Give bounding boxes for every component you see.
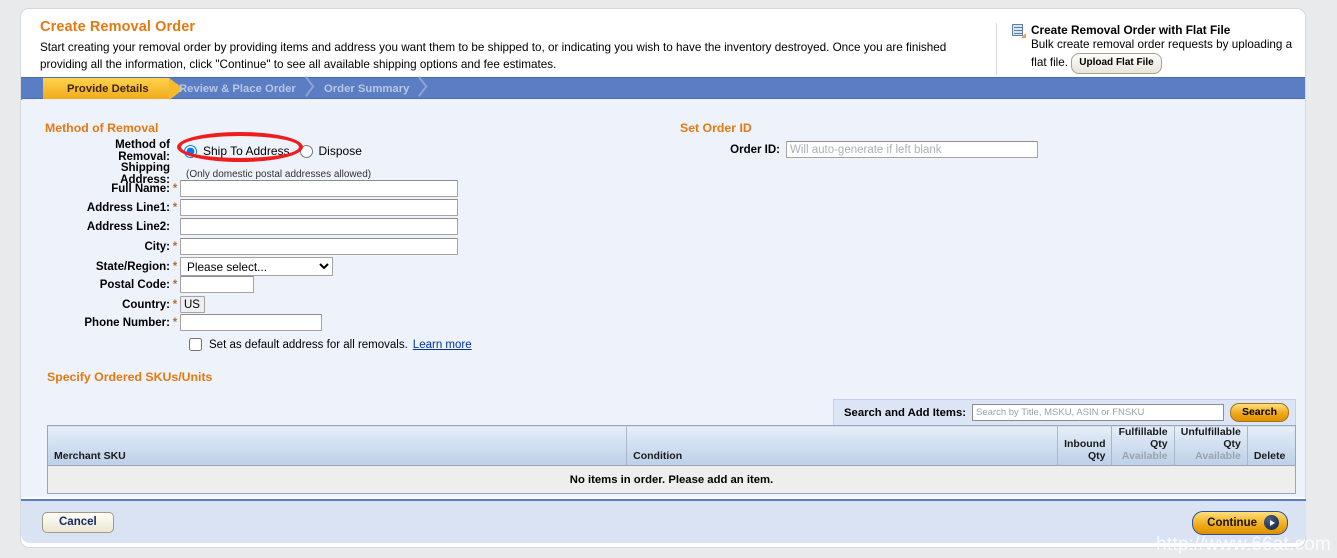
method-of-removal-section-title: Method of Removal <box>45 121 159 135</box>
state-region-label: State/Region: <box>95 260 170 273</box>
search-and-add-items-label: Search and Add Items: <box>844 406 966 419</box>
continue-button-label: Continue <box>1207 516 1257 529</box>
order-id-label: Order ID: <box>730 143 780 156</box>
arrow-right-icon <box>1264 515 1279 530</box>
search-input[interactable] <box>972 404 1224 421</box>
column-unfulfillable-qty-sub: Available <box>1195 450 1241 462</box>
column-merchant-sku[interactable]: Merchant SKU <box>47 425 628 466</box>
column-unfulfillable-qty[interactable]: Unfulfillable Qty Available <box>1174 425 1248 466</box>
country-input <box>180 296 205 313</box>
tab-provide-details[interactable]: Provide Details <box>21 78 184 100</box>
specify-skus-section-title: Specify Ordered SKUs/Units <box>47 370 213 384</box>
set-order-id-section-title: Set Order ID <box>680 121 752 135</box>
order-id-input[interactable] <box>786 141 1038 158</box>
footer-bar: Cancel Continue <box>21 501 1306 543</box>
column-fulfillable-qty-sub: Available <box>1121 450 1168 462</box>
page-header: Create Removal Order Start creating your… <box>21 9 1305 77</box>
column-inbound-qty[interactable]: Inbound Qty <box>1057 425 1113 466</box>
tab-review-place-order-label: Review & Place Order <box>179 83 296 95</box>
radio-dispose[interactable]: Dispose <box>299 144 362 158</box>
learn-more-link[interactable]: Learn more <box>413 339 472 351</box>
items-table: Merchant SKU Condition Inbound Qty Fulfi… <box>47 425 1296 494</box>
full-name-required-marker: * <box>172 182 178 195</box>
flat-file-title: Create Removal Order with Flat File <box>1031 23 1231 37</box>
page-description: Start creating your removal order by pro… <box>40 41 947 71</box>
phone-number-label: Phone Number: <box>84 316 170 329</box>
address-line2-input[interactable] <box>180 218 458 235</box>
country-required-marker: * <box>172 298 178 311</box>
shipping-address-note: (Only domestic postal addresses allowed) <box>186 168 372 180</box>
phone-number-input[interactable] <box>180 314 322 331</box>
state-region-required-marker: * <box>172 260 178 273</box>
continue-button[interactable]: Continue <box>1192 511 1288 535</box>
order-id-row: Order ID: <box>728 141 1038 158</box>
search-and-add-items-bar: Search and Add Items: Search <box>833 399 1296 426</box>
state-region-row: State/Region: * Please select... <box>70 257 333 276</box>
phone-number-required-marker: * <box>172 316 178 329</box>
phone-number-row: Phone Number: * <box>70 314 322 331</box>
state-region-select[interactable]: Please select... <box>180 257 333 276</box>
spreadsheet-upload-icon <box>1012 24 1026 38</box>
items-table-empty-message: No items in order. Please add an item. <box>47 465 1296 494</box>
column-fulfillable-qty[interactable]: Fulfillable Qty Available <box>1111 425 1175 466</box>
radio-dispose-label: Dispose <box>318 144 362 158</box>
postal-code-required-marker: * <box>172 278 178 291</box>
address-line2-label: Address Line2: <box>86 220 170 233</box>
page-root: Create Removal Order Start creating your… <box>0 0 1337 558</box>
column-unfulfillable-qty-label: Unfulfillable Qty <box>1180 426 1241 450</box>
cancel-button[interactable]: Cancel <box>42 512 114 533</box>
address-line1-input[interactable] <box>180 199 458 216</box>
flat-file-description: Bulk create removal order requests by up… <box>1012 37 1302 74</box>
radio-dispose-input[interactable] <box>299 144 313 158</box>
tab-order-summary[interactable]: Order Summary <box>306 78 423 100</box>
method-of-removal-label: Method of Removal: <box>115 139 170 163</box>
radio-ship-to-address[interactable]: Ship To Address <box>184 144 290 158</box>
country-label: Country: <box>122 298 170 311</box>
items-table-header-row: Merchant SKU Condition Inbound Qty Fulfi… <box>47 425 1296 466</box>
full-name-label: Full Name: <box>111 182 170 195</box>
full-name-row: Full Name: * <box>70 180 458 197</box>
city-row: City: * <box>70 238 458 255</box>
city-input[interactable] <box>180 238 458 255</box>
default-address-checkbox[interactable] <box>189 338 202 351</box>
method-of-removal-row: Method of Removal: Ship To Address Dispo… <box>70 139 362 163</box>
wizard-tabbar: Provide Details Review & Place Order Ord… <box>21 77 1305 100</box>
postal-code-input[interactable] <box>180 276 254 293</box>
radio-ship-to-address-label: Ship To Address <box>203 144 290 158</box>
postal-code-row: Postal Code: * <box>70 276 254 293</box>
address-line1-label: Address Line1: <box>86 201 170 214</box>
default-address-label: Set as default address for all removals. <box>209 338 408 351</box>
city-label: City: <box>144 240 170 253</box>
address-line2-row: Address Line2: <box>70 218 458 235</box>
tab-order-summary-label: Order Summary <box>324 83 410 95</box>
column-fulfillable-qty-label: Fulfillable Qty <box>1118 426 1168 450</box>
flat-file-panel: Create Removal Order with Flat File Bulk… <box>996 23 1305 75</box>
full-name-input[interactable] <box>180 180 458 197</box>
city-required-marker: * <box>172 240 178 253</box>
column-condition[interactable]: Condition <box>626 425 1058 466</box>
upload-flat-file-button[interactable]: Upload Flat File <box>1071 53 1162 74</box>
column-delete[interactable]: Delete <box>1247 425 1296 466</box>
postal-code-label: Postal Code: <box>99 278 170 291</box>
address-line1-row: Address Line1: * <box>70 199 458 216</box>
address-line1-required-marker: * <box>172 201 178 214</box>
tab-provide-details-label: Provide Details <box>67 83 149 95</box>
country-row: Country: * <box>70 296 205 313</box>
default-address-row: Set as default address for all removals.… <box>189 338 472 351</box>
items-table-empty-row: No items in order. Please add an item. <box>47 465 1296 494</box>
search-button[interactable]: Search <box>1229 403 1289 422</box>
radio-ship-to-address-input[interactable] <box>184 144 197 158</box>
